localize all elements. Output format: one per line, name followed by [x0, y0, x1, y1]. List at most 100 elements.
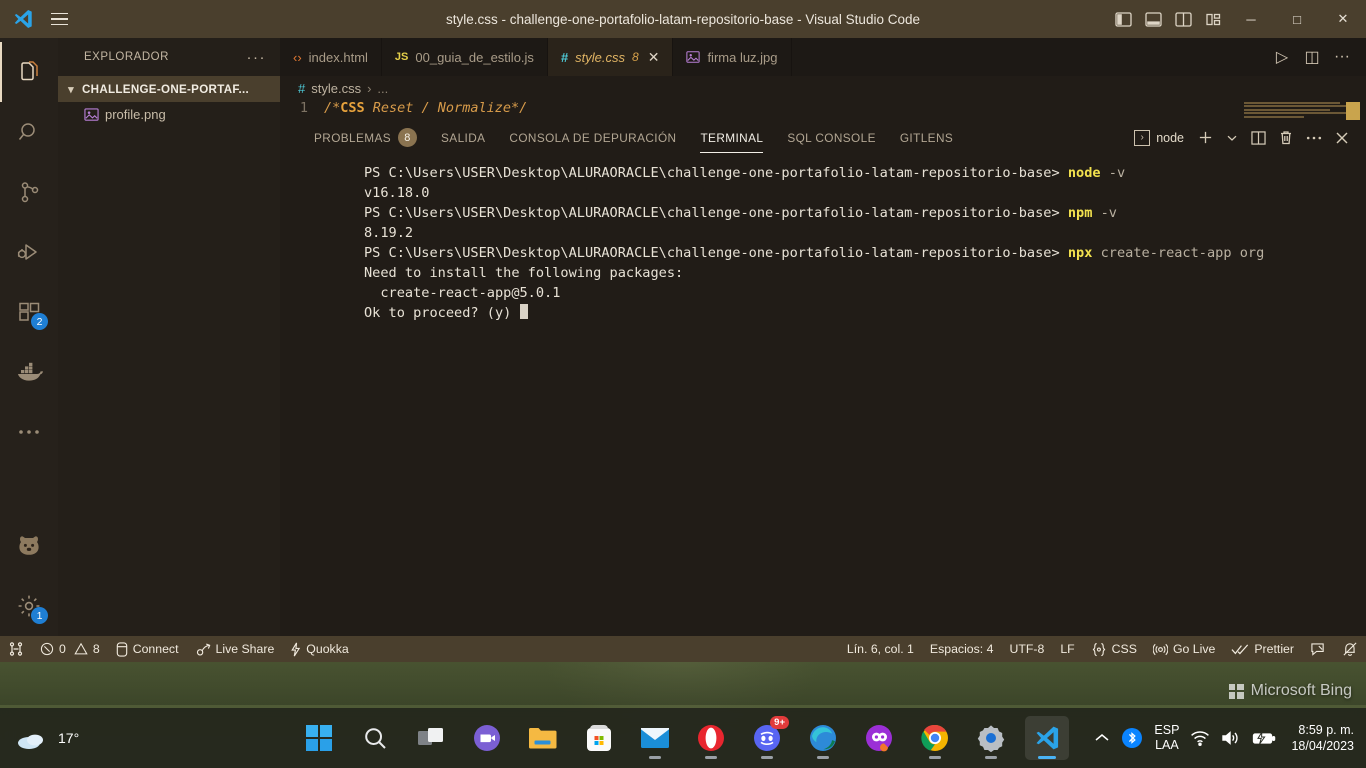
status-notifications[interactable] — [1334, 636, 1366, 662]
error-count: 0 — [59, 642, 66, 656]
show-hidden-icons-button[interactable] — [1094, 732, 1110, 744]
kill-terminal-button[interactable] — [1274, 120, 1298, 155]
tab-00-guia-de-estilo-js[interactable]: JS 00_guia_de_estilo.js — [381, 38, 548, 76]
maximize-button[interactable]: □ — [1274, 0, 1320, 38]
terminal-selector[interactable]: › node — [1128, 129, 1190, 146]
battery-charging-icon[interactable] — [1252, 730, 1276, 746]
sidebar-more-actions-button[interactable]: ··· — [247, 49, 267, 66]
opera-button[interactable] — [689, 716, 733, 760]
tab-firma-luz-jpg[interactable]: firma luz.jpg — [673, 38, 792, 76]
status-language-mode[interactable]: CSS — [1083, 636, 1145, 662]
toggle-panel-icon[interactable] — [1138, 0, 1168, 38]
more-editor-actions-button[interactable]: ··· — [1328, 38, 1356, 76]
clock-time: 8:59 p. m. — [1298, 723, 1354, 737]
status-cursor-position[interactable]: Lín. 6, col. 1 — [839, 636, 922, 662]
volume-icon[interactable] — [1221, 730, 1241, 746]
sidebar-item-more-views[interactable] — [0, 402, 58, 462]
mail-button[interactable] — [633, 716, 677, 760]
terminal-line: Need to install the following packages: — [364, 263, 1366, 283]
microsoft-store-button[interactable] — [577, 716, 621, 760]
split-terminal-button[interactable] — [1246, 120, 1271, 155]
tab-sql-console[interactable]: SQL CONSOLE — [775, 120, 888, 155]
bing-watermark: Microsoft Bing — [1228, 682, 1352, 700]
close-button[interactable]: ✕ — [1320, 0, 1366, 38]
status-feedback[interactable] — [1302, 636, 1334, 662]
sidebar-item-explorer[interactable] — [0, 42, 58, 102]
language-indicator[interactable]: ESP LAA — [1154, 723, 1179, 753]
status-go-live[interactable]: Go Live — [1145, 636, 1223, 662]
sidebar-item-run-and-debug[interactable] — [0, 222, 58, 282]
bluetooth-icon[interactable] — [1121, 727, 1143, 749]
tab-gitlens[interactable]: GITLENS — [888, 120, 965, 155]
close-panel-button[interactable] — [1330, 120, 1354, 155]
panel-more-actions-button[interactable] — [1301, 120, 1327, 155]
status-quokka[interactable]: Quokka — [282, 636, 356, 662]
panel-tab-label: CONSOLA DE DEPURACIÓN — [509, 130, 677, 145]
teams-chat-button[interactable] — [465, 716, 509, 760]
customize-layout-icon[interactable] — [1198, 0, 1228, 38]
status-problems[interactable]: 0 8 — [32, 636, 108, 662]
google-chrome-button[interactable] — [913, 716, 957, 760]
microsoft-edge-button[interactable] — [801, 716, 845, 760]
visual-studio-code-button[interactable] — [1025, 716, 1069, 760]
status-encoding[interactable]: UTF-8 — [1001, 636, 1052, 662]
css-icon: # — [298, 80, 306, 96]
status-live-share[interactable]: Live Share — [187, 636, 283, 662]
wifi-icon[interactable] — [1190, 730, 1210, 746]
explorer-folder-row[interactable]: ▾ CHALLENGE-ONE-PORTAF... — [58, 76, 280, 102]
breadcrumb-file[interactable]: style.css — [311, 81, 361, 96]
new-terminal-button[interactable] — [1193, 120, 1218, 155]
clock[interactable]: 8:59 p. m. 18/04/2023 — [1287, 722, 1354, 754]
sidebar-item-search[interactable] — [0, 102, 58, 162]
sidebar-item-extensions[interactable]: 2 — [0, 282, 58, 342]
task-view-button[interactable] — [409, 716, 453, 760]
toggle-secondary-sidebar-icon[interactable] — [1168, 0, 1198, 38]
minimap-slider[interactable] — [1346, 102, 1360, 120]
sidebar-item-source-control[interactable] — [0, 162, 58, 222]
status-indentation[interactable]: Espacios: 4 — [922, 636, 1002, 662]
breadcrumb[interactable]: # style.css › ... — [280, 76, 1366, 100]
sidebar-item-docker[interactable] — [0, 342, 58, 402]
status-connect[interactable]: Connect — [108, 636, 187, 662]
explorer-file-label: profile.png — [105, 106, 166, 122]
terminal-dropdown-button[interactable] — [1221, 120, 1243, 155]
tab-consola-de-depuracion[interactable]: CONSOLA DE DEPURACIÓN — [497, 120, 688, 155]
extensions-badge: 2 — [31, 313, 48, 330]
taskbar-search-button[interactable] — [353, 716, 397, 760]
editor-content-sliver[interactable]: 1 /*CSS Reset / Normalize*/ — [280, 100, 1366, 120]
minimize-button[interactable]: ─ — [1228, 0, 1274, 38]
run-file-button[interactable]: ▷ — [1268, 38, 1296, 76]
status-prettier-label: Prettier — [1254, 642, 1294, 656]
sidebar-item-quokka[interactable] — [0, 516, 58, 576]
menu-button[interactable] — [42, 2, 76, 36]
tab-salida[interactable]: SALIDA — [429, 120, 497, 155]
terminal-line: PS C:\Users\USER\Desktop\ALURAORACLE\cha… — [364, 203, 1366, 223]
split-editor-button[interactable]: ◫ — [1298, 38, 1326, 76]
explorer-file-profile-png[interactable]: profile.png — [58, 102, 280, 126]
js-icon: JS — [394, 51, 409, 63]
tab-style-css[interactable]: # style.css 8 ✕ — [547, 38, 674, 76]
status-prettier[interactable]: Prettier — [1223, 636, 1302, 662]
breadcrumb-tail[interactable]: ... — [377, 81, 388, 96]
explorer-sidebar: EXPLORADOR ··· ▾ CHALLENGE-ONE-PORTAF...… — [58, 38, 280, 636]
tab-problemas[interactable]: PROBLEMAS 8 — [302, 120, 429, 155]
file-explorer-button[interactable] — [521, 716, 565, 760]
tab-index-html[interactable]: ‹› index.html — [280, 38, 382, 76]
tab-terminal[interactable]: TERMINAL — [688, 120, 775, 155]
terminal-output[interactable]: PS C:\Users\USER\Desktop\ALURAORACLE\cha… — [280, 155, 1366, 636]
status-go-live-label: Go Live — [1172, 642, 1216, 656]
start-button[interactable] — [297, 716, 341, 760]
discord-button[interactable]: 9+ — [745, 716, 789, 760]
figma-button[interactable] — [857, 716, 901, 760]
status-remote-window[interactable] — [0, 636, 32, 662]
terminal-output-text: create-react-app@5.0.1 — [364, 285, 561, 301]
weather-widget[interactable]: 17° — [0, 725, 79, 751]
settings-button[interactable] — [969, 716, 1013, 760]
sidebar-item-manage-settings[interactable]: 1 — [0, 576, 58, 636]
image-icon — [686, 50, 701, 64]
status-end-of-line[interactable]: LF — [1052, 636, 1082, 662]
terminal-cursor[interactable] — [519, 304, 528, 319]
close-icon[interactable]: ✕ — [648, 49, 660, 66]
toggle-primary-sidebar-icon[interactable] — [1108, 0, 1138, 38]
editor-minimap[interactable] — [1240, 100, 1366, 120]
